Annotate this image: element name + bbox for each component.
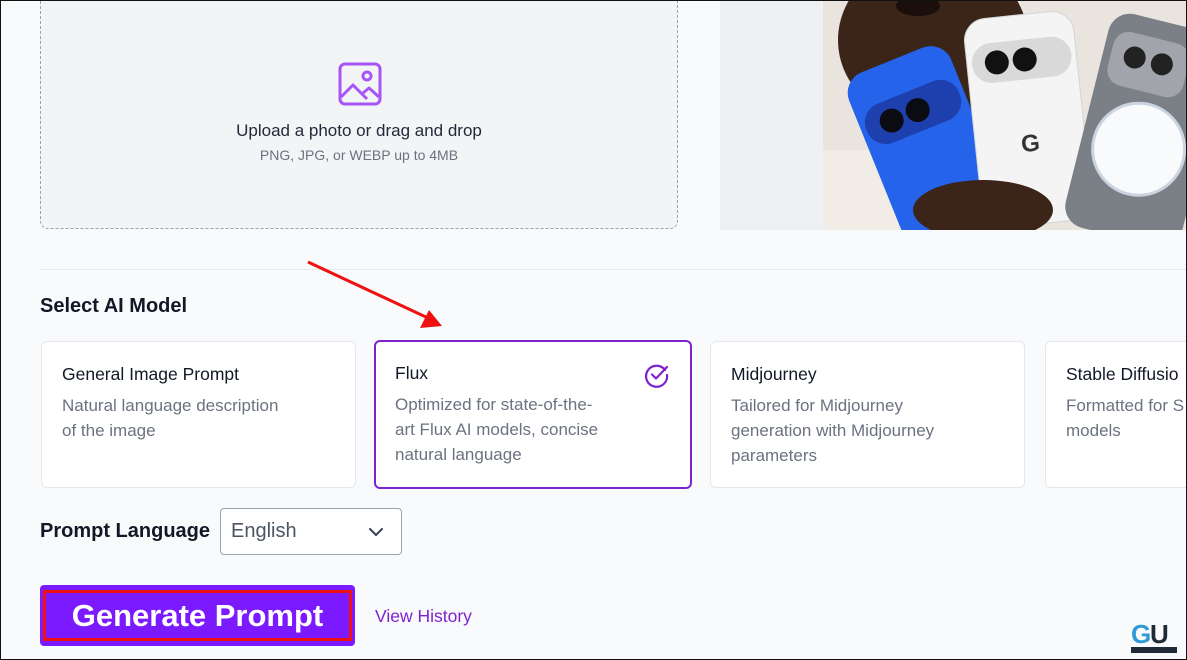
upload-dropzone[interactable]: Upload a photo or drag and drop PNG, JPG… [40, 0, 678, 229]
model-name: Stable Diffusio [1066, 364, 1179, 384]
model-description: Formatted for S models [1066, 396, 1185, 440]
upload-subtitle: PNG, JPG, or WEBP up to 4MB [259, 147, 459, 163]
model-description: Natural language description of the imag… [62, 396, 279, 440]
svg-text:U: U [1150, 619, 1169, 649]
model-description: Tailored for Midjourney generation with … [731, 396, 935, 465]
language-value: English [231, 520, 297, 542]
preview-photo: G [823, 0, 1187, 230]
model-name: Midjourney [731, 364, 817, 384]
select-model-heading: Select AI Model [40, 295, 188, 317]
chevron-down-icon [369, 528, 383, 536]
annotation-highlight-box [43, 590, 352, 641]
language-select[interactable]: English [220, 508, 402, 555]
section-divider [40, 269, 1187, 270]
image-preview: G [720, 0, 1187, 230]
upload-title: Upload a photo or drag and drop [236, 121, 482, 140]
svg-text:G: G [1020, 129, 1041, 158]
check-circle-icon [644, 364, 669, 388]
model-description: Optimized for state-of-the- art Flux AI … [395, 395, 599, 464]
image-icon [338, 62, 382, 106]
watermark-logo: G U [1131, 619, 1177, 653]
prompt-language-label: Prompt Language [40, 520, 211, 542]
model-card-stable-diffusion[interactable]: Stable Diffusio Formatted for S models [1045, 341, 1187, 488]
view-history-link[interactable]: View History [375, 606, 472, 627]
model-card-flux[interactable]: Flux Optimized for state-of-the- art Flu… [374, 340, 692, 489]
model-card-general[interactable]: General Image Prompt Natural language de… [41, 341, 356, 488]
model-name: Flux [395, 363, 429, 383]
model-name: General Image Prompt [62, 364, 240, 384]
svg-text:G: G [1131, 619, 1151, 649]
model-card-midjourney[interactable]: Midjourney Tailored for Midjourney gener… [710, 341, 1025, 488]
generate-prompt-button[interactable]: Generate Prompt [40, 585, 355, 646]
